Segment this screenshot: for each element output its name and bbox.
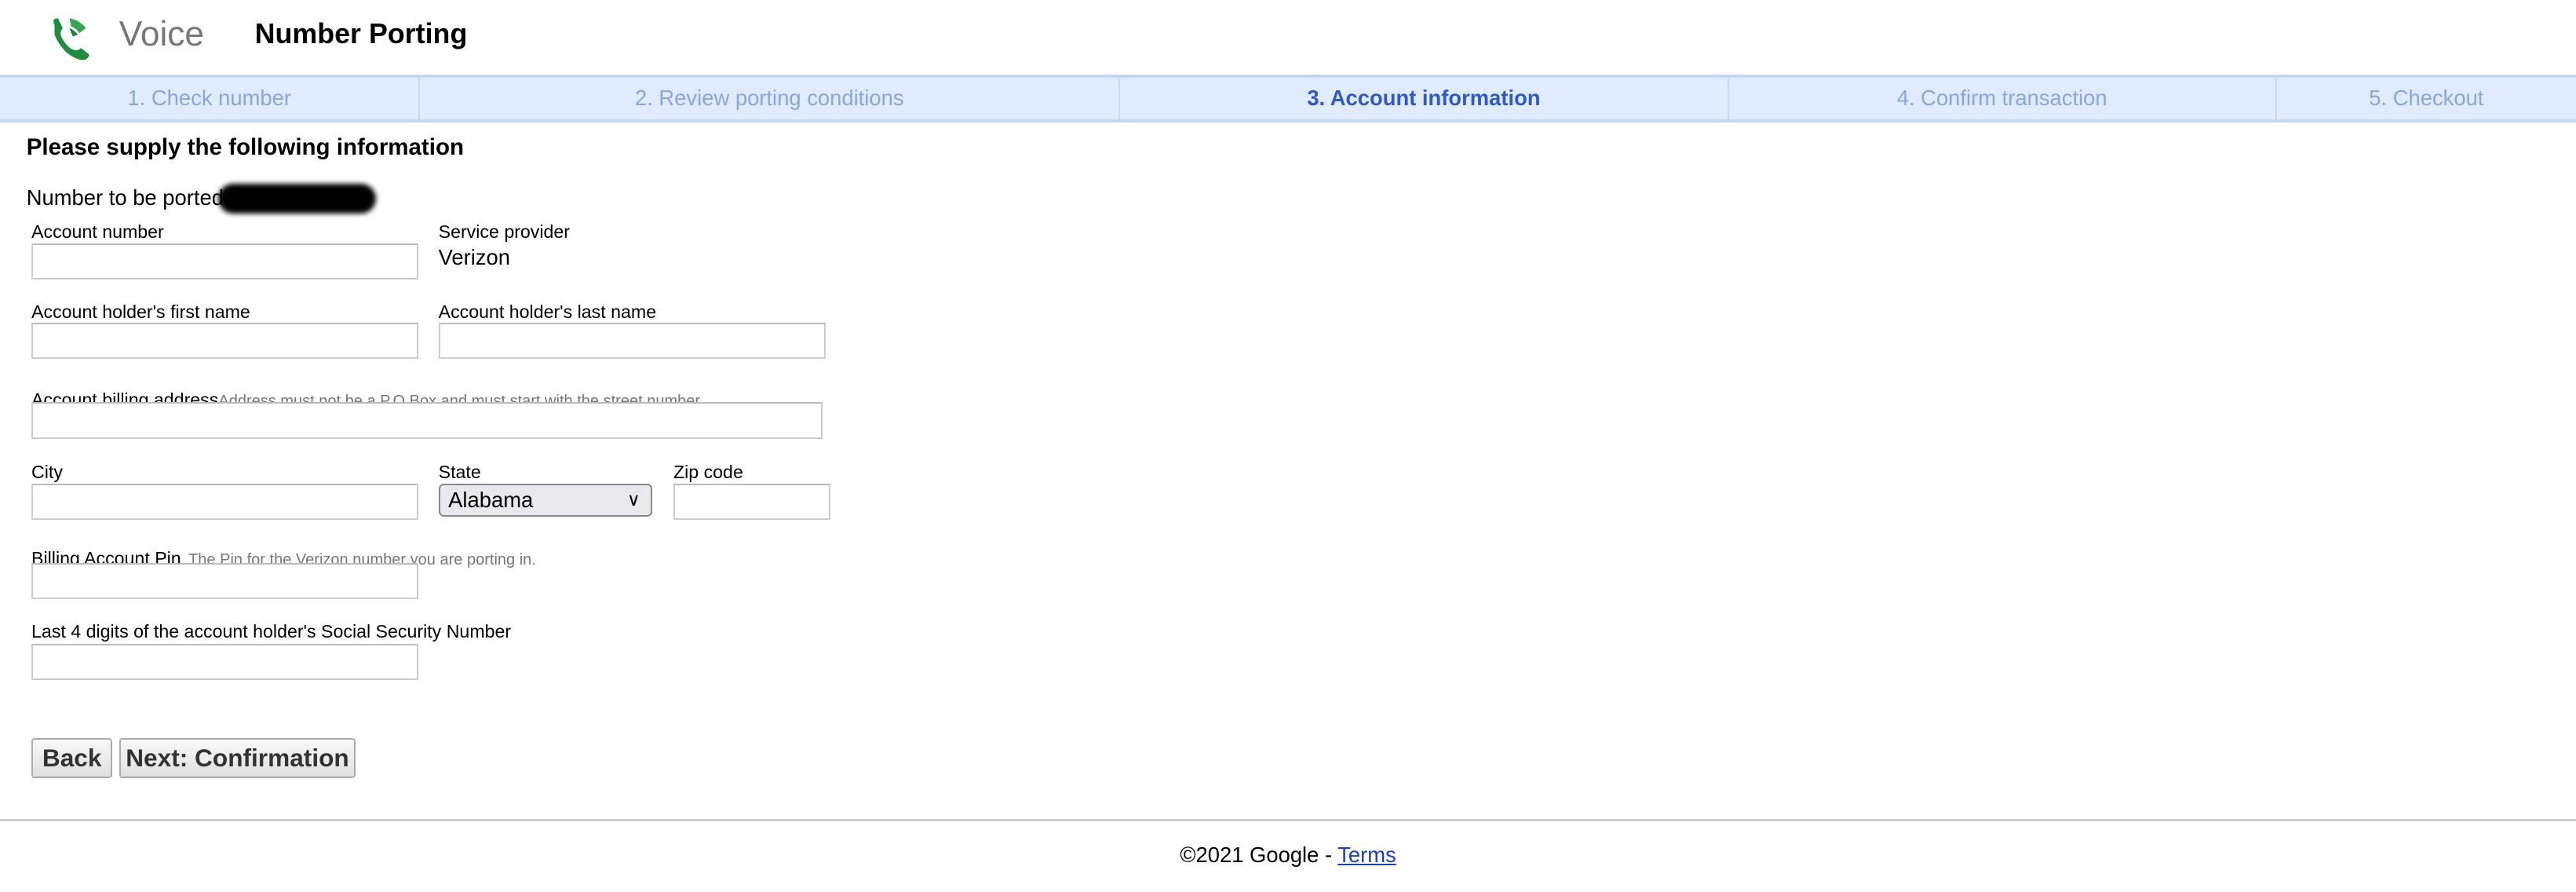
last-name-label: Account holder's last name xyxy=(438,301,657,322)
state-select[interactable]: Alabama ∨ xyxy=(438,483,652,517)
copyright-text: ©2021 Google - xyxy=(1180,842,1338,867)
step-checkout: 5. Checkout xyxy=(2369,85,2484,110)
terms-link[interactable]: Terms xyxy=(1337,843,1396,867)
service-provider-value: Verizon xyxy=(438,244,510,269)
first-name-input[interactable] xyxy=(31,323,419,360)
next-confirmation-button[interactable]: Next: Confirmation xyxy=(119,738,356,778)
account-number-input[interactable] xyxy=(31,243,419,280)
account-number-label: Account number xyxy=(31,221,164,243)
number-to-be-ported-label: Number to be ported: xyxy=(26,185,230,210)
footer: ©2021 Google - Terms xyxy=(0,843,2576,868)
service-provider-label: Service provider xyxy=(438,221,571,243)
state-label: State xyxy=(438,462,481,483)
form-heading: Please supply the following information xyxy=(26,133,464,160)
ssn-label: Last 4 digits of the account holder's So… xyxy=(31,620,512,642)
step-review-porting-conditions: 2. Review porting conditions xyxy=(420,77,1121,119)
first-name-label: Account holder's first name xyxy=(31,301,250,322)
voice-logo-icon xyxy=(46,15,96,61)
zip-label: Zip code xyxy=(673,462,743,483)
ssn-input[interactable] xyxy=(31,644,419,681)
page-title: Number Porting xyxy=(254,18,468,50)
city-input[interactable] xyxy=(31,483,419,520)
step-check-number: 1. Check number xyxy=(0,77,421,119)
billing-address-input[interactable] xyxy=(31,402,823,439)
chevron-down-icon: ∨ xyxy=(626,488,640,510)
last-name-input[interactable] xyxy=(438,323,826,360)
footer-divider xyxy=(0,819,2576,821)
step-account-information: 3. Account information xyxy=(1120,77,1729,119)
pin-input[interactable] xyxy=(31,562,419,600)
progress-steps: 1. Check number 2. Review porting condit… xyxy=(0,74,2576,122)
step-confirm-transaction: 4. Confirm transaction xyxy=(1729,77,2277,119)
city-label: City xyxy=(31,462,63,483)
state-selected-value: Alabama xyxy=(448,487,534,512)
back-button[interactable]: Back xyxy=(31,738,113,778)
voice-logo-text: Voice xyxy=(119,14,205,53)
zip-input[interactable] xyxy=(673,483,831,520)
redacted-number xyxy=(218,183,376,214)
